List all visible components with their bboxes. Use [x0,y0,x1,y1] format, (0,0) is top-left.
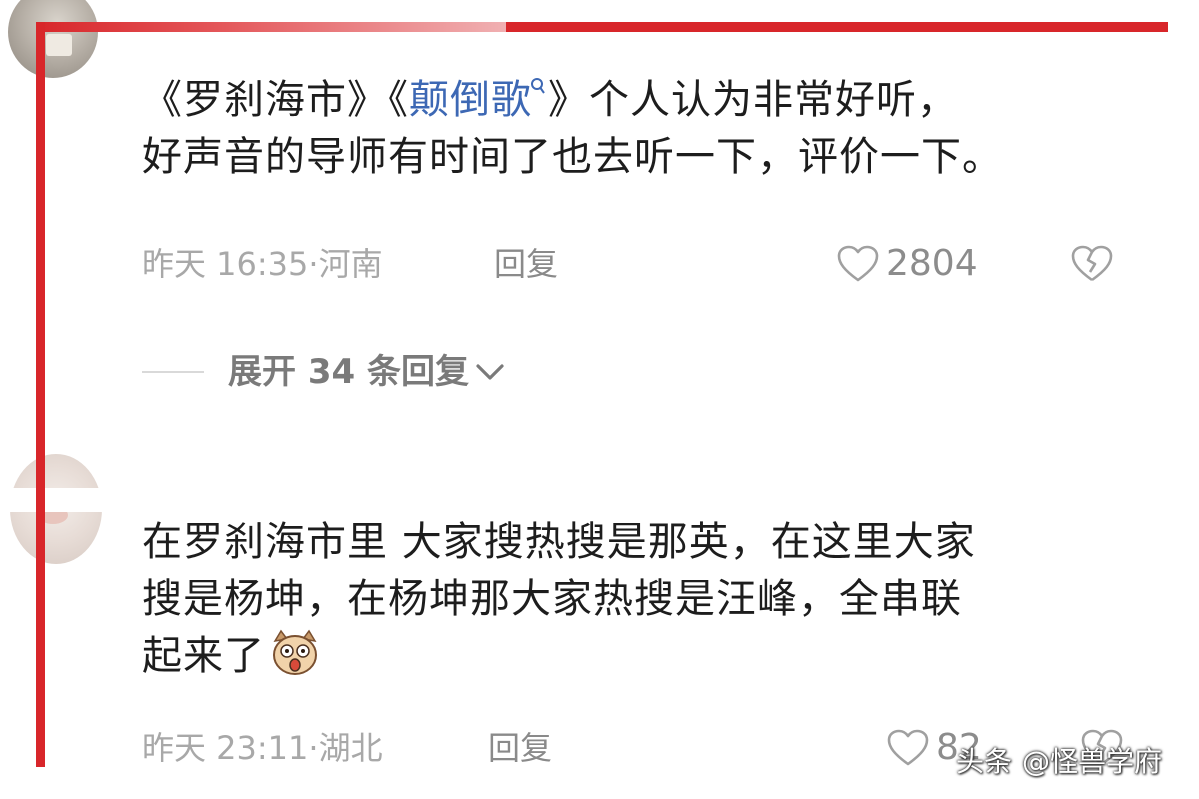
heart-outline-icon [887,729,929,766]
comment-text-segment: 起来了 [142,633,265,679]
avatar[interactable] [8,0,98,78]
annotation-red-left [36,22,45,767]
comment-body: 《罗刹海市》《颠倒歌 》个人认为非常好听， 好声音的导师有时间了也去听一下，评价一… [142,60,1162,186]
chevron-down-icon [476,364,504,380]
comment-text-segment: 《罗刹海市》《 [142,77,409,123]
crop-gap [0,488,130,512]
like-button[interactable]: 2804 [836,244,978,284]
comment-line: 在罗刹海市里 大家搜热搜是那英，在这里大家 [142,519,976,565]
comment-text-segment: 》个人认为非常好听， [548,77,958,123]
broken-heart-icon [1071,245,1113,282]
comment-line: 起来了 [142,628,1142,685]
watermark-platform: 头条 [956,745,1013,778]
comment-location: 河南 [318,245,383,283]
comment-location: 湖北 [318,729,383,767]
meta-separator: · [308,729,319,767]
watermark: 头条 @怪兽学府 [956,745,1162,779]
comment-line: 好声音的导师有时间了也去听一下，评价一下。 [142,134,1003,180]
song-link[interactable]: 颠倒歌 [409,77,532,123]
comment-meta: 昨天 16:35·河南 [142,244,383,284]
comment-time: 昨天 23:11 [142,729,309,767]
comment-line: 搜是杨坤，在杨坤那大家热搜是汪峰，全串联 [142,576,962,622]
comment-time: 昨天 16:35 [142,245,309,283]
reply-button[interactable]: 回复 [494,244,558,284]
meta-separator: · [308,245,319,283]
heart-outline-icon [837,245,879,282]
divider-line [142,371,204,373]
comment-meta: 昨天 23:11·湖北 [142,728,383,768]
comment-line: 《罗刹海市》《颠倒歌 》个人认为非常好听， [142,60,1162,129]
comment-body: 在罗刹海市里 大家搜热搜是那英，在这里大家 搜是杨坤，在杨坤那大家热搜是汪峰，全… [142,514,1142,685]
reply-button[interactable]: 回复 [488,728,552,768]
like-count: 2804 [886,243,978,284]
search-icon[interactable] [530,60,546,117]
expand-replies-button[interactable]: 展开 34 条回复 [142,352,507,392]
comment-screenshot: 《罗刹海市》《颠倒歌 》个人认为非常好听， 好声音的导师有时间了也去听一下，评价一… [0,0,1199,799]
expand-replies-label: 展开 34 条回复 [228,352,469,392]
dislike-button[interactable] [1070,244,1114,288]
annotation-red-top-fade [36,22,506,32]
watermark-handle: @怪兽学府 [1022,745,1163,778]
surprised-dog-emoji-icon [269,629,321,675]
